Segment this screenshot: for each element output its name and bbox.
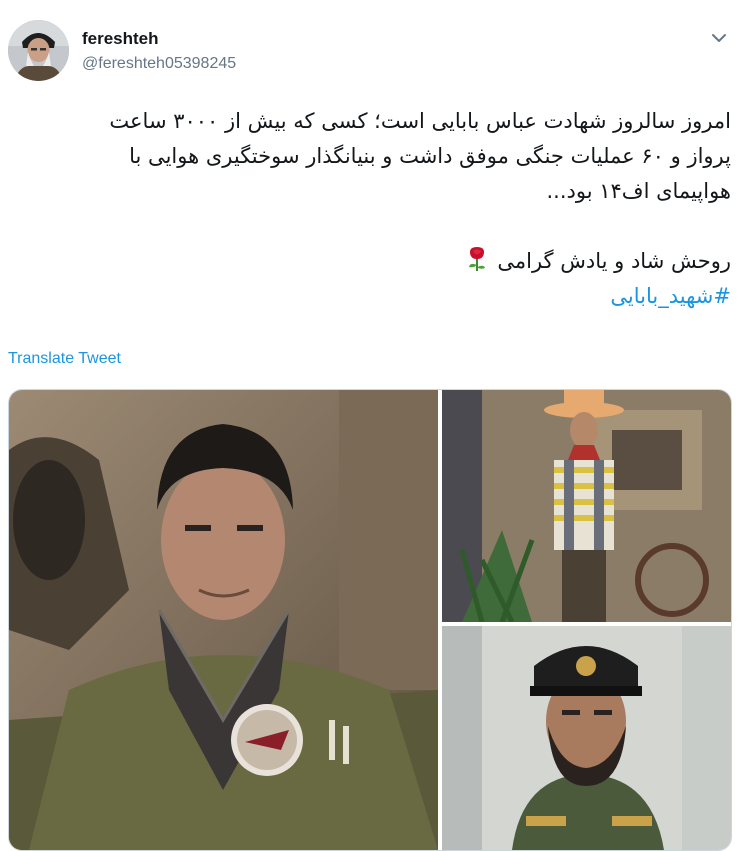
photo-officer-cap[interactable] (442, 626, 731, 850)
avatar[interactable] (8, 20, 69, 81)
hashtag-link[interactable]: #شهید_بابایی (610, 284, 731, 308)
tweet-line: روحش شاد و یادش گرامی (497, 249, 731, 273)
photo-pilot-portrait[interactable] (9, 390, 438, 850)
rose-icon (466, 246, 488, 272)
chevron-down-icon[interactable] (709, 30, 729, 46)
tweet-line: امروز سالروز شهادت عباس بابایی است؛ کسی … (109, 109, 731, 133)
display-name[interactable]: fereshteh (82, 29, 159, 49)
user-handle[interactable]: @fereshteh05398245 (82, 55, 236, 73)
translate-tweet-link[interactable]: Translate Tweet (8, 350, 121, 368)
media-grid (8, 389, 732, 851)
tweet-line: پرواز و ۶۰ عملیات جنگی موفق داشت و بنیان… (129, 144, 731, 168)
tweet-text: امروز سالروز شهادت عباس بابایی است؛ کسی … (9, 104, 731, 314)
photo-cowboy-hat[interactable] (442, 390, 731, 622)
tweet-line: هواپیمای اف۱۴ بود... (546, 179, 731, 203)
